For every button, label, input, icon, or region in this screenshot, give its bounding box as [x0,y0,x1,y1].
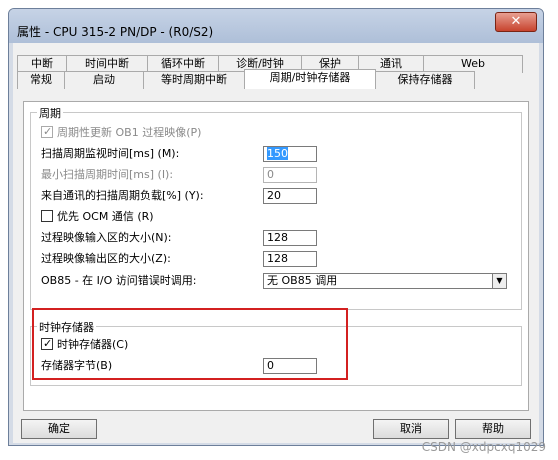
window-title: 属性 - CPU 315-2 PN/DP - (R0/S2) [17,25,214,39]
pi-output-size-input[interactable]: 128 [263,251,317,267]
ok-button[interactable]: 确定 [21,419,97,439]
update-oi-checkbox[interactable]: 周期性更新 OB1 过程映像(P) [41,124,201,141]
tab-front-2[interactable]: 等时周期中断 [143,71,245,89]
comm-load-input[interactable]: 20 [263,188,317,204]
group-cycle: 周期 周期性更新 OB1 过程映像(P) 扫描周期监视时间[ms] (M): 1… [30,105,522,310]
min-scan-input[interactable]: 0 [263,167,317,183]
tab-front-0[interactable]: 常规 [17,71,65,89]
ob85-label: OB85 - 在 I/O 访问错误时调用: [41,274,197,287]
comm-load-label: 来自通讯的扫描周期负载[%] (Y): [41,189,204,202]
pi-input-label: 过程映像输入区的大小(N): [41,231,172,244]
tab-front-4[interactable]: 保持存储器 [375,71,475,89]
cancel-button[interactable]: 取消 [373,419,449,439]
chevron-down-icon[interactable]: ▼ [492,274,506,288]
checkbox-icon [41,124,53,140]
tab-front-1[interactable]: 启动 [64,71,144,89]
ob85-select[interactable]: 无 OB85 调用 ▼ [263,273,507,289]
checkbox-icon [41,210,53,222]
prio-ocm-checkbox[interactable]: 优先 OCM 通信 (R) [41,209,154,225]
help-button[interactable]: 帮助 [455,419,531,439]
title-bar: 属性 - CPU 315-2 PN/DP - (R0/S2) ✕ [9,9,543,43]
tab-front-3[interactable]: 周期/时钟存储器 [244,69,376,89]
pi-output-label: 过程映像输出区的大小(Z): [41,252,171,265]
dialog-client: 中断 时间中断 循环中断 诊断/时钟 保护 通讯 Web 常规 启动 等时周期中断 周期/时钟存储… [13,43,539,443]
group-cycle-title: 周期 [37,105,63,121]
scan-monitor-input[interactable]: 150 [263,146,317,162]
pi-input-size-input[interactable]: 128 [263,230,317,246]
scan-monitor-label: 扫描周期监视时间[ms] (M): [41,147,180,160]
highlight-box [32,308,348,380]
close-button[interactable]: ✕ [495,12,537,32]
min-scan-label: 最小扫描周期时间[ms] (I): [41,168,174,181]
tab-row-front: 常规 启动 等时周期中断 周期/时钟存储器 保持存储器 [17,69,475,89]
watermark: CSDN @xdpcxq1029 [421,440,546,454]
properties-dialog: 属性 - CPU 315-2 PN/DP - (R0/S2) ✕ 中断 时间中断循… [8,8,544,446]
